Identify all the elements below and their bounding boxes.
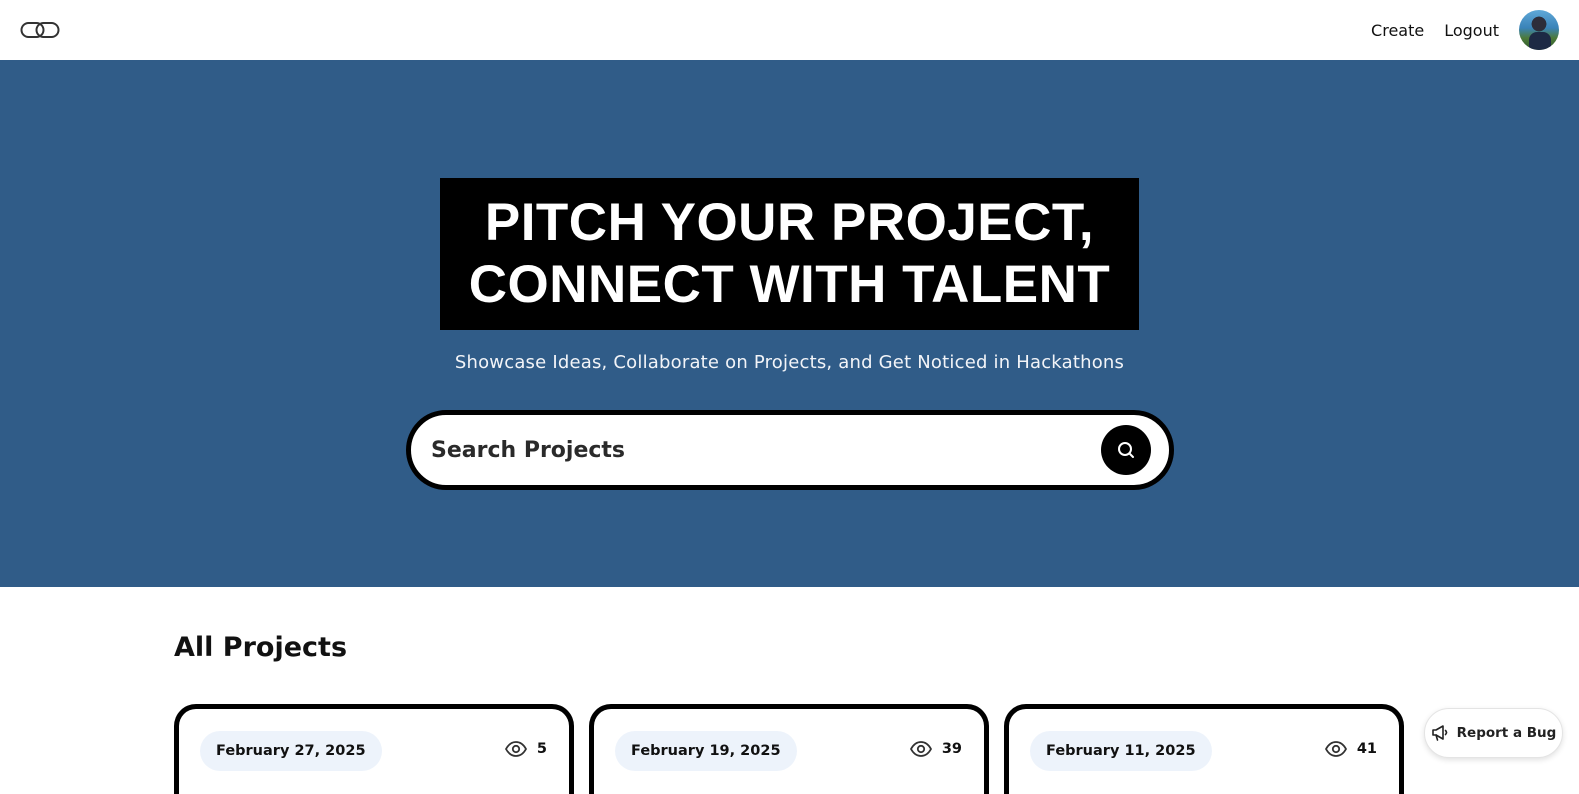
section-title: All Projects xyxy=(174,632,348,663)
card-views: 5 xyxy=(504,741,547,757)
search-button[interactable] xyxy=(1101,425,1151,475)
search-input[interactable] xyxy=(431,437,1101,463)
hero-title-line-2: CONNECT WITH TALENT xyxy=(468,255,1111,314)
top-navbar: Create Logout xyxy=(0,0,1579,60)
card-date: February 19, 2025 xyxy=(615,731,797,771)
view-count: 39 xyxy=(941,741,962,757)
search-bar xyxy=(406,410,1174,490)
create-link[interactable]: Create xyxy=(1371,21,1424,40)
card-date: February 27, 2025 xyxy=(200,731,382,771)
project-card[interactable]: February 11, 2025 41 xyxy=(1004,704,1404,794)
nav-links: Create Logout xyxy=(1371,10,1559,50)
hero-section: PITCH YOUR PROJECT, CONNECT WITH TALENT … xyxy=(0,60,1579,587)
card-views: 41 xyxy=(1324,741,1377,757)
card-views: 39 xyxy=(909,741,962,757)
project-card[interactable]: February 27, 2025 5 xyxy=(174,704,574,794)
eye-icon xyxy=(909,741,932,757)
megaphone-icon xyxy=(1431,725,1447,741)
chain-link-icon[interactable] xyxy=(20,18,60,42)
project-card[interactable]: February 19, 2025 39 xyxy=(589,704,989,794)
eye-icon xyxy=(1324,741,1347,757)
eye-icon xyxy=(504,741,527,757)
hero-subtitle: Showcase Ideas, Collaborate on Projects,… xyxy=(454,352,1125,373)
hero-title: PITCH YOUR PROJECT, CONNECT WITH TALENT xyxy=(440,178,1139,330)
card-date: February 11, 2025 xyxy=(1030,731,1212,771)
hero-title-line-1: PITCH YOUR PROJECT, xyxy=(484,193,1095,252)
search-icon xyxy=(1118,442,1134,458)
report-bug-label: Report a Bug xyxy=(1456,725,1557,741)
logout-link[interactable]: Logout xyxy=(1444,21,1499,40)
view-count: 41 xyxy=(1356,741,1377,757)
user-avatar[interactable] xyxy=(1519,10,1559,50)
report-bug-button[interactable]: Report a Bug xyxy=(1424,708,1563,758)
view-count: 5 xyxy=(536,741,547,757)
